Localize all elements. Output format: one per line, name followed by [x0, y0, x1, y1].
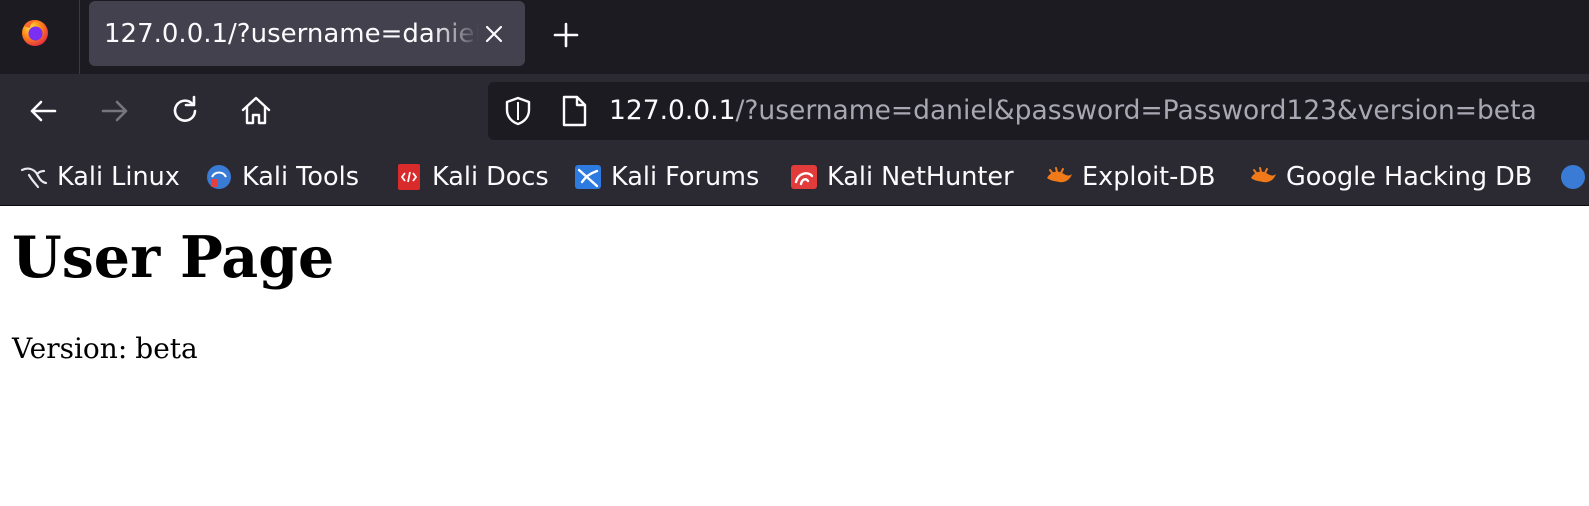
bookmark-label: Kali Docs — [432, 162, 549, 192]
url-text[interactable]: 127.0.0.1/?username=daniel&password=Pass… — [609, 92, 1537, 130]
exploit-db-icon — [1251, 167, 1276, 183]
bookmark-kali-nethunter[interactable]: Kali NetHunter — [789, 160, 1014, 194]
close-icon[interactable] — [479, 19, 509, 49]
version-value: beta — [135, 332, 198, 365]
bookmark-exploit-db[interactable]: Exploit-DB — [1044, 160, 1216, 194]
home-icon[interactable] — [238, 93, 274, 129]
kali-nethunter-icon — [791, 165, 817, 189]
tracking-protection-shield-icon[interactable] — [502, 95, 534, 127]
tab-active[interactable]: 127.0.0.1/?username=daniel&password=Pass… — [89, 1, 525, 66]
firefox-icon[interactable] — [19, 16, 51, 48]
back-arrow-icon[interactable] — [25, 93, 61, 129]
tab-title: 127.0.0.1/?username=daniel&password=Pass… — [104, 19, 479, 49]
kali-tools-icon — [207, 165, 231, 189]
forward-arrow-icon[interactable] — [97, 93, 133, 129]
version-label: Version: — [12, 332, 128, 365]
bookmark-kali-docs[interactable]: Kali Docs — [394, 160, 549, 194]
page-title: User Page — [12, 224, 335, 291]
bookmark-label: Google Hacking DB — [1286, 162, 1533, 192]
bookmark-kali-linux[interactable]: Kali Linux — [19, 160, 180, 194]
bookmarks-toolbar: Kali Linux Kali Tools Kali Docs Kali For… — [0, 151, 1589, 206]
kali-forums-icon — [575, 165, 601, 189]
url-host: 127.0.0.1 — [609, 95, 736, 126]
tab-separator — [79, 0, 80, 74]
page-info-icon[interactable] — [559, 94, 589, 128]
version-line: Version: beta — [12, 330, 198, 368]
kali-dragon-icon — [20, 167, 48, 189]
bookmark-label: Kali Linux — [57, 162, 180, 192]
tab-strip: 127.0.0.1/?username=daniel&password=Pass… — [0, 0, 1589, 74]
bookmark-kali-forums[interactable]: Kali Forums — [573, 160, 759, 194]
address-bar[interactable]: 127.0.0.1/?username=daniel&password=Pass… — [488, 82, 1589, 140]
url-query: /?username=daniel&password=Password123&v… — [735, 95, 1537, 126]
kali-docs-icon — [398, 164, 420, 190]
bookmark-label: Kali NetHunter — [827, 162, 1014, 192]
globe-icon — [1561, 165, 1585, 189]
bookmark-label: Exploit-DB — [1082, 162, 1216, 192]
new-tab-plus-icon[interactable] — [549, 18, 583, 52]
bookmark-overflow-partial[interactable] — [1558, 160, 1589, 194]
navigation-toolbar: 127.0.0.1/?username=daniel&password=Pass… — [0, 74, 1589, 151]
bookmark-google-hacking-db[interactable]: Google Hacking DB — [1248, 160, 1532, 194]
bookmark-label: Kali Forums — [611, 162, 760, 192]
exploit-db-icon — [1047, 167, 1072, 183]
bookmark-kali-tools[interactable]: Kali Tools — [204, 160, 359, 194]
reload-icon[interactable] — [168, 93, 204, 129]
bookmark-label: Kali Tools — [242, 162, 359, 192]
